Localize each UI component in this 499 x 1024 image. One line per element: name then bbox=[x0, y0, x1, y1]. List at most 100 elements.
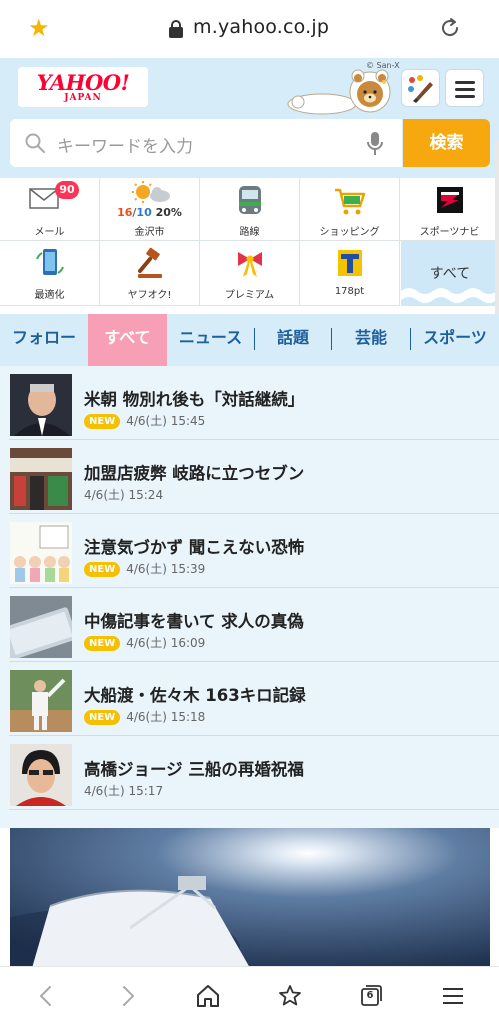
yahoo-header: YAHOO! JAPAN © San-X キーワードを入力 検索 bbox=[0, 58, 499, 178]
news-time: 4/6(土) 15:39 bbox=[126, 562, 206, 576]
home-icon[interactable] bbox=[195, 983, 221, 1009]
weather-temps: 16/10 20% bbox=[100, 206, 199, 219]
tpoint-logo-icon bbox=[337, 250, 362, 276]
service-label: 178pt bbox=[334, 286, 365, 297]
service-sportsnavi[interactable]: スポーツナビ bbox=[400, 178, 499, 241]
menu-icon[interactable] bbox=[440, 983, 466, 1009]
tab-sports[interactable]: スポーツ bbox=[411, 314, 499, 366]
palette-icon bbox=[408, 75, 433, 103]
news-meta: NEW 4/6(土) 15:45 bbox=[84, 412, 205, 429]
url-text[interactable]: m.yahoo.co.jp bbox=[193, 16, 329, 38]
tab-news[interactable]: ニュース bbox=[167, 314, 254, 366]
new-badge: NEW bbox=[84, 710, 121, 725]
bookmarks-icon[interactable] bbox=[277, 983, 303, 1009]
new-badge: NEW bbox=[84, 414, 121, 429]
news-item[interactable]: 大船渡・佐々木 163キロ記録 NEW 4/6(土) 15:18 bbox=[0, 662, 499, 736]
service-shopping[interactable]: ショッピング bbox=[300, 178, 400, 241]
service-label: 路線 bbox=[239, 227, 260, 238]
tab-topics[interactable]: 話題 bbox=[255, 314, 331, 366]
new-badge: NEW bbox=[84, 562, 121, 577]
tab-follow[interactable]: フォロー bbox=[0, 314, 88, 366]
logo-sub: JAPAN bbox=[64, 93, 102, 103]
news-meta: NEW 4/6(土) 15:18 bbox=[84, 708, 205, 725]
wave-decoration bbox=[401, 288, 497, 306]
tab-count: 6 bbox=[366, 990, 374, 1001]
service-label: 金沢市 bbox=[134, 227, 165, 238]
browser-bottom-bar: 6 bbox=[0, 966, 499, 1024]
featured-photo[interactable] bbox=[10, 828, 490, 968]
service-label: すべて bbox=[429, 266, 471, 282]
microphone-icon[interactable] bbox=[365, 131, 385, 157]
featured-photo-area bbox=[0, 828, 499, 968]
service-all[interactable]: すべて bbox=[401, 241, 499, 306]
news-title: 加盟店疲弊 岐路に立つセブン bbox=[84, 464, 305, 483]
rain-probability: 20% bbox=[155, 206, 182, 219]
new-badge: NEW bbox=[84, 636, 121, 651]
news-item[interactable]: 加盟店疲弊 岐路に立つセブン 4/6(土) 15:24 bbox=[0, 440, 499, 514]
news-time: 4/6(土) 15:45 bbox=[126, 414, 206, 428]
news-tabs: フォロー すべて ニュース 話題 芸能 スポーツ bbox=[0, 314, 499, 366]
news-title: 中傷記事を書いて 求人の真偽 bbox=[84, 612, 304, 631]
service-label: スポーツナビ bbox=[419, 227, 480, 238]
news-title: 高橋ジョージ 三船の再婚祝福 bbox=[84, 760, 304, 779]
forward-icon[interactable] bbox=[114, 983, 140, 1009]
yahoo-logo[interactable]: YAHOO! JAPAN bbox=[18, 67, 148, 107]
lock-icon bbox=[169, 20, 183, 38]
service-label: ショッピング bbox=[319, 227, 380, 238]
smartphone-optimize-icon bbox=[35, 249, 64, 275]
news-time: 4/6(土) 15:24 bbox=[84, 488, 164, 502]
news-title: 米朝 物別れ後も「対話継続」 bbox=[84, 390, 305, 409]
service-auction[interactable]: ヤフオク! bbox=[100, 241, 200, 306]
reload-icon[interactable] bbox=[438, 16, 462, 40]
service-mail[interactable]: 90 メール bbox=[0, 178, 100, 241]
news-thumbnail bbox=[10, 522, 72, 584]
service-premium[interactable]: プレミアム bbox=[200, 241, 300, 306]
train-icon bbox=[238, 186, 261, 214]
news-list: 米朝 物別れ後も「対話継続」 NEW 4/6(土) 15:45 加盟店疲弊 岐路に… bbox=[0, 366, 499, 828]
news-time: 4/6(土) 15:18 bbox=[126, 710, 206, 724]
tabs-button[interactable]: 6 bbox=[358, 983, 384, 1009]
bookmark-star-icon[interactable]: ★ bbox=[28, 16, 50, 40]
news-title: 注意気づかず 聞こえない恐怖 bbox=[84, 538, 305, 557]
tab-all[interactable]: すべて bbox=[88, 314, 167, 366]
news-thumbnail bbox=[10, 670, 72, 732]
news-thumbnail bbox=[10, 374, 72, 436]
service-label: メール bbox=[34, 227, 65, 238]
service-transit[interactable]: 路線 bbox=[200, 178, 300, 241]
theme-button[interactable] bbox=[401, 69, 440, 107]
service-label: ヤフオク! bbox=[127, 290, 172, 301]
search-button[interactable]: 検索 bbox=[403, 119, 490, 167]
news-time: 4/6(土) 15:17 bbox=[84, 784, 164, 798]
news-item[interactable]: 注意気づかず 聞こえない恐怖 NEW 4/6(土) 15:39 bbox=[0, 514, 499, 588]
back-icon[interactable] bbox=[34, 983, 60, 1009]
news-thumbnail bbox=[10, 596, 72, 658]
service-optimize[interactable]: 最適化 bbox=[0, 241, 100, 306]
browser-address-bar: ★ m.yahoo.co.jp bbox=[0, 0, 499, 58]
tab-entertainment[interactable]: 芸能 bbox=[332, 314, 410, 366]
gavel-icon bbox=[137, 247, 162, 278]
service-weather[interactable]: 16/10 20% 金沢市 bbox=[100, 178, 200, 241]
news-meta: 4/6(土) 15:24 bbox=[84, 486, 163, 503]
temp-low: 10 bbox=[136, 206, 152, 219]
sun-cloud-icon bbox=[131, 181, 170, 203]
news-item[interactable]: 米朝 物別れ後も「対話継続」 NEW 4/6(土) 15:45 bbox=[0, 366, 499, 440]
service-label: 最適化 bbox=[34, 290, 65, 301]
news-item[interactable]: 高橋ジョージ 三船の再婚祝福 4/6(土) 15:17 bbox=[0, 736, 499, 810]
news-item[interactable]: 中傷記事を書いて 求人の真偽 NEW 4/6(土) 16:09 bbox=[0, 588, 499, 662]
service-tpoint[interactable]: 178pt bbox=[300, 241, 400, 306]
news-thumbnail bbox=[10, 744, 72, 806]
services-grid: 90 メール 16/10 20% 金沢市 路線 ショッピング スポーツナビ 最適… bbox=[0, 178, 499, 306]
service-label: プレミアム bbox=[224, 290, 275, 301]
search-box[interactable]: キーワードを入力 bbox=[10, 119, 402, 167]
hamburger-menu-button[interactable] bbox=[445, 69, 484, 107]
news-meta: NEW 4/6(土) 15:39 bbox=[84, 560, 205, 577]
logo-word: YAHOO! bbox=[36, 70, 130, 95]
mail-count-badge: 90 bbox=[55, 181, 79, 199]
search-icon bbox=[25, 133, 45, 153]
ribbon-bow-icon bbox=[237, 252, 262, 277]
news-time: 4/6(土) 16:09 bbox=[126, 636, 206, 650]
scroll-edge-handle[interactable] bbox=[495, 140, 499, 320]
rilakkuma-mascot-illustration bbox=[287, 69, 391, 115]
search-input[interactable]: キーワードを入力 bbox=[57, 132, 193, 157]
shopping-cart-icon bbox=[334, 188, 365, 215]
